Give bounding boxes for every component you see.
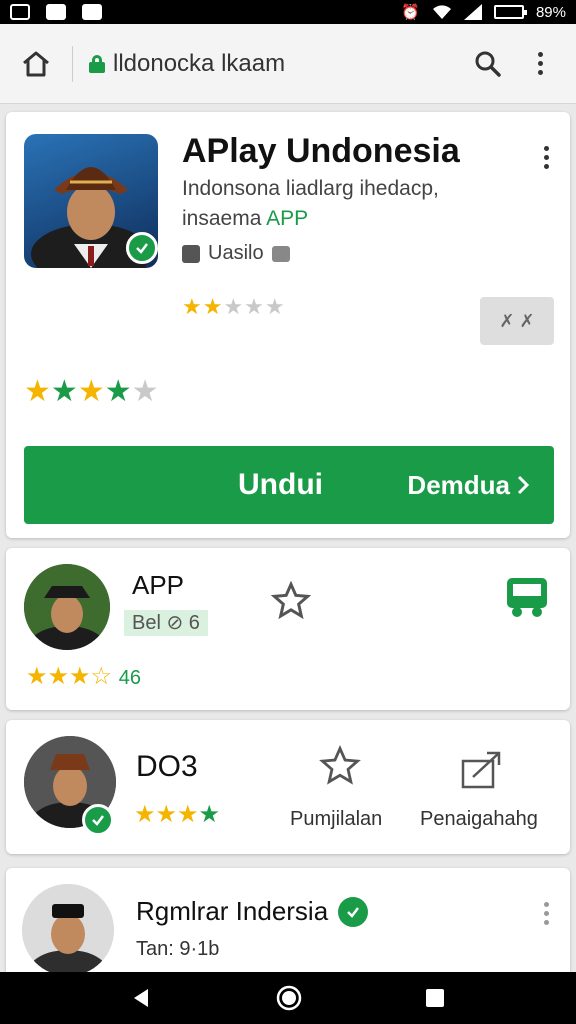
developer-name: Uasilo bbox=[208, 242, 264, 264]
list-item-title: DO3 bbox=[136, 750, 198, 783]
url-text: lldonocka lkaam bbox=[113, 49, 286, 77]
browser-menu-button[interactable] bbox=[522, 46, 558, 82]
app-detail-card: APlay Undonesia Indonsona liadlarg iheda… bbox=[6, 112, 570, 538]
alarm-icon: ⏰ bbox=[401, 4, 420, 21]
list-item-meta: Tan: 9·1b bbox=[136, 938, 220, 960]
app-subtitle-highlight: APP bbox=[266, 207, 309, 230]
wifi-icon bbox=[432, 5, 451, 19]
list-item-title-row: Rgmlrar Indersia bbox=[136, 896, 369, 927]
list-item-rating: ★★★☆ 46 bbox=[26, 662, 141, 691]
list-item-title: Rgmlrar Indersia bbox=[136, 896, 329, 926]
navigation-bar bbox=[0, 972, 576, 1024]
search-button[interactable] bbox=[470, 46, 506, 82]
list-item-meta: Bel ⊘ 6 bbox=[124, 610, 208, 636]
checkbox-icon bbox=[182, 244, 200, 263]
action1-label: Pumjilalan bbox=[290, 808, 383, 830]
avatar bbox=[24, 564, 110, 650]
verified-icon bbox=[338, 896, 369, 927]
home-button[interactable] bbox=[18, 46, 54, 82]
app-subtitle-line1: Indonsona liadlarg ihedacp, bbox=[182, 177, 439, 200]
battery-level: 89% bbox=[535, 3, 566, 21]
bookmark-button[interactable] bbox=[318, 744, 362, 788]
verified-icon bbox=[126, 232, 158, 264]
big-rating: ★★★★★ bbox=[24, 375, 159, 408]
list-item-rating: ★★★★ bbox=[134, 801, 221, 828]
app-title: APlay Undonesia bbox=[182, 132, 460, 170]
more-label: Demdua bbox=[407, 469, 510, 500]
url-bar[interactable]: lldonocka lkaam bbox=[89, 50, 454, 78]
browser-toolbar: lldonocka lkaam bbox=[0, 24, 576, 104]
back-icon[interactable] bbox=[130, 986, 154, 1010]
battery-icon bbox=[493, 5, 527, 19]
bus-icon bbox=[507, 578, 547, 617]
rating-count: 46 bbox=[118, 667, 141, 689]
app-subtitle: Indonsona liadlarg ihedacp, insaema APP bbox=[182, 174, 502, 234]
developer-row: Uasilo bbox=[182, 242, 290, 265]
app-overflow-menu-icon[interactable] bbox=[542, 146, 550, 169]
home-nav-icon[interactable] bbox=[275, 984, 303, 1012]
meta-highlight: Bel ⊘ 6 bbox=[124, 610, 208, 636]
toolbar-divider bbox=[72, 45, 73, 82]
list-item-title: APP bbox=[132, 570, 185, 600]
home-icon bbox=[23, 51, 49, 76]
app-notification-icon bbox=[82, 4, 102, 20]
favorite-button[interactable] bbox=[268, 578, 314, 624]
lock-icon bbox=[89, 54, 105, 73]
list-item[interactable]: Rgmlrar Indersia Tan: 9·1b bbox=[6, 868, 570, 978]
share-icon bbox=[461, 751, 501, 789]
chevron-right-icon bbox=[517, 475, 530, 495]
install-button[interactable]: Undui Demdua bbox=[24, 446, 554, 524]
list-item[interactable]: APP Bel ⊘ 6 ★★★☆ 46 bbox=[6, 548, 570, 710]
verified-icon bbox=[82, 804, 114, 836]
image-notification-icon bbox=[46, 4, 66, 20]
star-outline-icon bbox=[319, 745, 361, 785]
list-item[interactable]: DO3 ★★★★ Pumjilalan Penaigahahg bbox=[6, 720, 570, 854]
recents-icon[interactable] bbox=[424, 987, 446, 1009]
small-rating: ★★★★★ bbox=[182, 294, 286, 319]
search-icon bbox=[475, 51, 501, 77]
status-bar: ⏰ 89% bbox=[0, 0, 576, 24]
overflow-menu-icon bbox=[536, 52, 544, 75]
rating-stars: ★★★☆ bbox=[26, 663, 113, 690]
transport-button[interactable] bbox=[502, 572, 552, 622]
action2-label: Penaigahahg bbox=[420, 808, 538, 830]
chat-icon bbox=[271, 245, 290, 262]
app-subtitle-line2: insaema bbox=[182, 207, 267, 230]
signal-icon bbox=[463, 4, 482, 20]
share-button[interactable] bbox=[458, 746, 508, 792]
avatar bbox=[22, 884, 114, 976]
install-label: Undui bbox=[238, 468, 323, 501]
star-outline-icon bbox=[271, 581, 311, 620]
photo-notification-icon bbox=[10, 4, 30, 20]
more-link[interactable]: Demdua bbox=[407, 470, 530, 501]
secondary-action-button[interactable]: ✗ ✗ bbox=[480, 297, 554, 345]
item-overflow-menu-icon[interactable] bbox=[542, 902, 550, 925]
